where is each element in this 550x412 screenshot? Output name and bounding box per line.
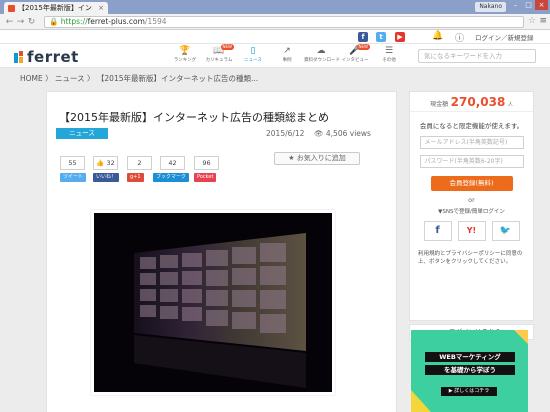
nav-label: その他 — [382, 58, 396, 63]
hero-image — [91, 210, 335, 395]
tweet-count: 55 — [60, 156, 85, 170]
view-count: 👁 4,506 views — [314, 129, 371, 138]
forward-icon[interactable]: → — [15, 17, 26, 27]
favicon-icon — [8, 4, 15, 12]
youtube-icon[interactable]: ▶ — [395, 32, 405, 42]
or-divider: or — [468, 196, 475, 204]
back-icon[interactable]: ← — [4, 17, 15, 27]
terms-note: 利用規約とプライバシーポリシーに同意の上、ボタンをクリックしてください。 — [418, 251, 523, 265]
bell-icon[interactable]: 🔔 — [432, 31, 443, 41]
logo-text: ferret — [27, 48, 79, 66]
nav-news[interactable]: ▯ ニュース — [236, 46, 270, 63]
window-controls: – □ × — [509, 0, 548, 10]
reload-icon[interactable]: ↻ — [26, 17, 37, 27]
add-favorite-button[interactable]: ★ お気入りに追加 — [274, 152, 360, 165]
browser-menu-icon[interactable]: ≡ — [539, 16, 547, 26]
site-topbar: f t ▶ 🔔 ⓘ ログイン／新規登録 — [0, 30, 550, 44]
nav-label: カリキュラム — [205, 58, 233, 63]
document-icon: ▯ — [250, 46, 256, 56]
download-icon: ☁ — [316, 46, 326, 56]
tab-title: 【2015年最新版】イン — [18, 4, 92, 12]
video-wall-illustration — [134, 233, 306, 388]
category-badge[interactable]: ニュース — [56, 128, 108, 139]
gplus-count: 2 — [127, 156, 152, 170]
member-count-label: 現金額 — [430, 101, 449, 108]
maximize-button[interactable]: □ — [522, 0, 535, 10]
facebook-icon[interactable]: f — [358, 32, 368, 42]
nav-cases[interactable]: ↗ 事例 — [270, 46, 304, 63]
new-badge: NEW — [356, 44, 370, 50]
address-bar[interactable]: 🔒 https://ferret-plus.com/1594 — [44, 16, 524, 28]
member-count-value: 270,038 — [450, 95, 506, 109]
article-title: 【2015年最新版】インターネット広告の種類総まとめ — [59, 111, 329, 124]
nav-ranking[interactable]: 🏆 ランキング — [168, 46, 202, 63]
sns-login-buttons: f Y! 🐦 — [410, 221, 533, 241]
nav-curriculum[interactable]: NEW 📖 カリキュラム — [202, 44, 236, 63]
browser-tab-strip: 【2015年最新版】イン × Nakano – □ × — [0, 0, 550, 14]
ad-headline-1: WEBマーケティング — [425, 352, 515, 362]
nav-label: インタビュー — [341, 58, 369, 63]
chart-icon: ↗ — [283, 46, 291, 56]
url-path: /1594 — [144, 17, 167, 26]
url-host: ferret-plus.com — [87, 17, 145, 26]
pocket-button[interactable]: Pocket — [194, 173, 217, 182]
facebook-like-button[interactable]: いいね！ — [93, 173, 120, 182]
ad-headline-2: を基礎から学ぼう — [425, 365, 515, 375]
ad-decoration — [411, 390, 431, 412]
password-field[interactable]: パスワード(半角英数6-20字) — [419, 155, 524, 168]
ad-decoration — [514, 330, 528, 344]
lock-icon: 🔒 — [49, 17, 59, 26]
publish-date: 2015/6/12 — [266, 129, 305, 138]
user-icon[interactable]: ⓘ — [455, 31, 464, 44]
bookmark-star-icon[interactable]: ☆ — [528, 16, 536, 26]
trophy-icon: 🏆 — [179, 46, 191, 56]
nav-downloads[interactable]: ☁ 資料ダウンロード — [304, 46, 340, 63]
facebook-login-button[interactable]: f — [423, 221, 452, 241]
logo-mark-icon — [14, 51, 24, 63]
nav-interview[interactable]: NEW 🎤 インタビュー — [338, 44, 372, 63]
search-input[interactable]: 気になるキーワードを入力 — [418, 49, 536, 63]
url-scheme: https:// — [60, 17, 88, 26]
member-sidebar: 現金額 270,038 人 会員になると限定機能が使えます。 メールアドレス(半… — [409, 91, 534, 321]
twitter-login-button[interactable]: 🐦 — [491, 221, 520, 241]
pocket-count: 96 — [194, 156, 219, 170]
close-tab-icon[interactable]: × — [98, 4, 104, 12]
menu-icon: ☰ — [384, 46, 394, 56]
gplus-button[interactable]: g+1 — [127, 173, 144, 182]
email-field[interactable]: メールアドレス(半角英数記号) — [419, 136, 524, 149]
nav-label: 事例 — [282, 58, 292, 63]
yahoo-login-button[interactable]: Y! — [457, 221, 486, 241]
login-register-link[interactable]: ログイン／新規登録 — [475, 32, 534, 42]
article-card: 【2015年最新版】インターネット広告の種類総まとめ ニュース 2015/6/1… — [46, 91, 397, 412]
minimize-button[interactable]: – — [509, 0, 522, 10]
like-count: 👍 32 — [93, 156, 118, 170]
nav-label: ランキング — [173, 58, 197, 63]
twitter-icon[interactable]: t — [376, 32, 386, 42]
bookmark-count: 42 — [160, 156, 185, 170]
register-button[interactable]: 会員登録(無料) — [430, 176, 513, 191]
ferret-logo[interactable]: ferret — [14, 48, 79, 66]
profile-chip[interactable]: Nakano — [475, 2, 506, 12]
browser-tab[interactable]: 【2015年最新版】イン × — [4, 2, 108, 14]
hatena-bookmark-button[interactable]: ブックマーク — [153, 173, 190, 182]
ad-cta-button[interactable]: ▶ 詳しくはコチラ — [441, 387, 497, 396]
nav-label: ニュース — [244, 58, 262, 63]
tweet-button[interactable]: ツイート — [60, 173, 87, 182]
member-count: 現金額 270,038 人 — [410, 92, 533, 112]
member-count-unit: 人 — [507, 102, 513, 108]
member-message: 会員になると限定機能が使えます。 — [419, 122, 524, 130]
sns-login-label: ▼SNSで登録/簡単ログイン — [438, 209, 505, 215]
close-window-button[interactable]: × — [535, 0, 548, 10]
site-header: ferret 🏆 ランキング NEW 📖 カリキュラム ▯ ニュース ↗ 事例 … — [0, 44, 550, 68]
ad-banner[interactable]: WEBマーケティング を基礎から学ぼう ▶ 詳しくはコチラ — [411, 330, 528, 412]
browser-toolbar: ← → ↻ 🔒 https://ferret-plus.com/1594 ☆ ≡ — [0, 14, 550, 30]
nav-label: 資料ダウンロード — [304, 58, 340, 63]
new-badge: NEW — [220, 44, 234, 50]
global-nav: 🏆 ランキング NEW 📖 カリキュラム ▯ ニュース ↗ 事例 ☁ 資料ダウン… — [168, 44, 406, 63]
breadcrumb[interactable]: HOME 〉 ニュース 〉 【2015年最新版】インターネット広告の種類... — [20, 73, 258, 84]
nav-other[interactable]: ☰ その他 — [372, 46, 406, 63]
